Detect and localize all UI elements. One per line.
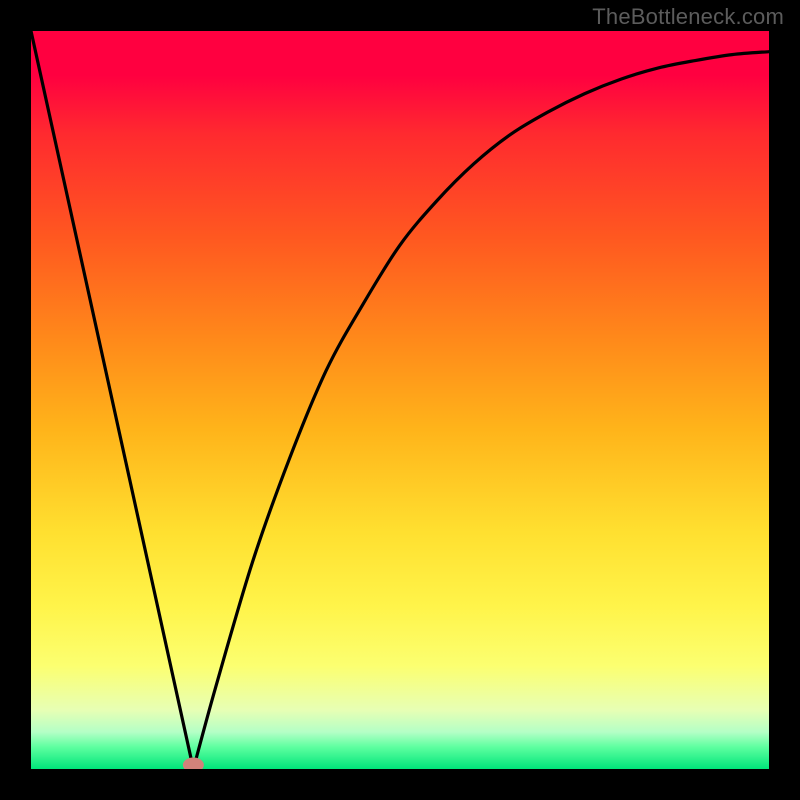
chart-frame: TheBottleneck.com xyxy=(0,0,800,800)
gradient-plot-background xyxy=(31,31,769,769)
watermark-label: TheBottleneck.com xyxy=(592,4,784,30)
